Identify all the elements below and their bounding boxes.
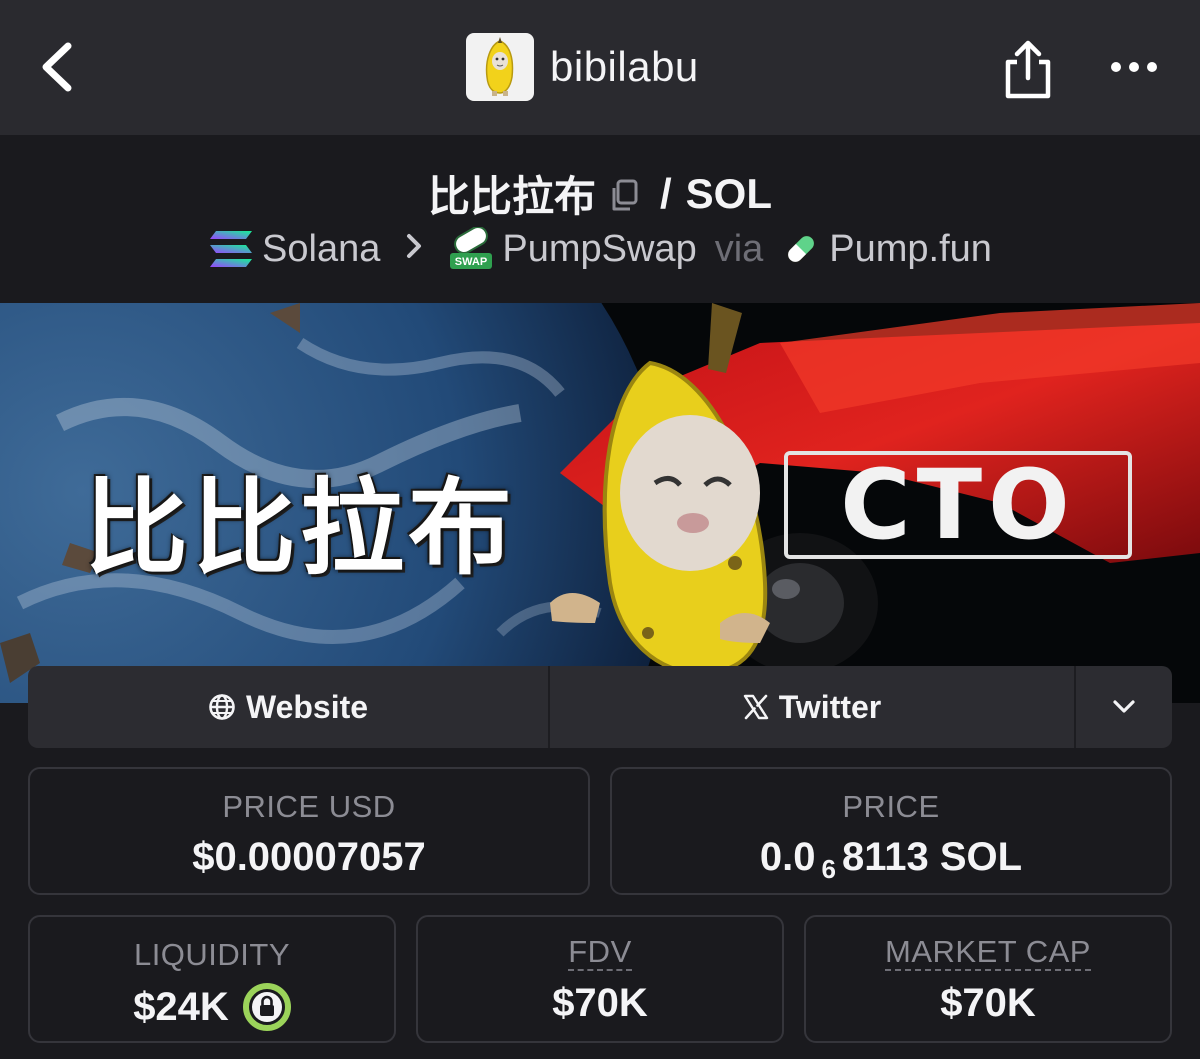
cto-badge-text: CTO [840, 449, 1076, 561]
price-usd-label: PRICE USD [222, 789, 396, 824]
more-links-dropdown[interactable] [1076, 666, 1172, 748]
pair-separator: / [660, 169, 672, 217]
market-cap-card: MARKET CAP $70K [804, 915, 1172, 1043]
price-native-label: PRICE [842, 789, 940, 824]
fdv-label[interactable]: FDV [568, 936, 632, 971]
banana-cat-icon [485, 37, 514, 96]
chevron-down-icon [1113, 700, 1135, 713]
price-native-prefix: 0.0 [759, 835, 816, 879]
svg-text:SWAP: SWAP [455, 256, 487, 268]
pair-title: 比比拉布 / SOL [0, 163, 1200, 224]
copy-address-button[interactable] [608, 176, 640, 212]
price-native-card: PRICE 0.0 6 8113 SOL [610, 767, 1172, 895]
price-native-value: 0.0 6 8113 SOL [759, 835, 1023, 884]
fdv-value: $70K [552, 981, 648, 1025]
chain-breadcrumb: Solana SWAP PumpSwap via Pump.fun [0, 227, 1200, 271]
price-native-suffix: 8113 SOL [841, 835, 1023, 879]
liquidity-label: LIQUIDITY [133, 937, 291, 972]
website-label: Website [245, 688, 369, 725]
price-usd-card: PRICE USD $0.00007057 [28, 767, 590, 895]
market-cap-value: $70K [940, 981, 1036, 1025]
solana-icon [210, 231, 253, 267]
liquidity-value-row: $24K [133, 983, 291, 1031]
price-zero-count: 6 [821, 854, 836, 884]
social-links-bar: Website Twitter [28, 666, 1172, 748]
via-label: via [714, 227, 764, 270]
pair-header: 比比拉布 / SOL Solana SWAP PumpSwap via Pump… [0, 135, 1200, 303]
base-token-symbol: 比比拉布 [427, 173, 596, 220]
twitter-label: Twitter [778, 688, 882, 725]
launchpad-link[interactable]: Pump.fun [781, 228, 992, 271]
x-logo-icon [743, 694, 768, 720]
pumpswap-icon: SWAP [450, 227, 493, 269]
cto-badge: CTO [784, 449, 1132, 561]
website-button[interactable]: Website [28, 666, 550, 748]
launchpad-name: Pump.fun [829, 227, 992, 270]
fdv-card: FDV $70K [416, 915, 784, 1043]
liquidity-lock-icon[interactable] [242, 983, 291, 1031]
share-button[interactable] [1000, 40, 1056, 100]
more-options-button[interactable] [1108, 52, 1160, 82]
token-banner-image: 比比拉布 CTO [0, 303, 1200, 703]
chain-link[interactable]: Solana [208, 228, 380, 271]
chevron-right-icon [404, 230, 424, 269]
token-name: bibilabu [550, 43, 699, 90]
quote-token-symbol: SOL [685, 169, 773, 217]
token-avatar [466, 33, 534, 101]
top-navigation-bar: bibilabu [0, 0, 1200, 135]
token-brand[interactable]: bibilabu [466, 33, 699, 101]
chain-name: Solana [262, 227, 381, 270]
copy-icon [612, 179, 638, 210]
more-horizontal-icon [1111, 62, 1157, 72]
twitter-button[interactable]: Twitter [550, 666, 1076, 748]
globe-icon [209, 694, 235, 720]
back-button[interactable] [36, 38, 80, 96]
price-usd-value: $0.00007057 [192, 835, 426, 879]
dex-link[interactable]: SWAP PumpSwap [448, 227, 697, 271]
share-icon [1005, 40, 1051, 99]
liquidity-value: $24K [133, 984, 229, 1029]
liquidity-card: LIQUIDITY $24K [28, 915, 396, 1043]
dex-name: PumpSwap [502, 227, 697, 270]
banner-title-text: 比比拉布 [84, 467, 517, 589]
chevron-left-icon [42, 42, 72, 92]
pill-icon [786, 234, 816, 264]
market-cap-label[interactable]: MARKET CAP [885, 936, 1091, 971]
